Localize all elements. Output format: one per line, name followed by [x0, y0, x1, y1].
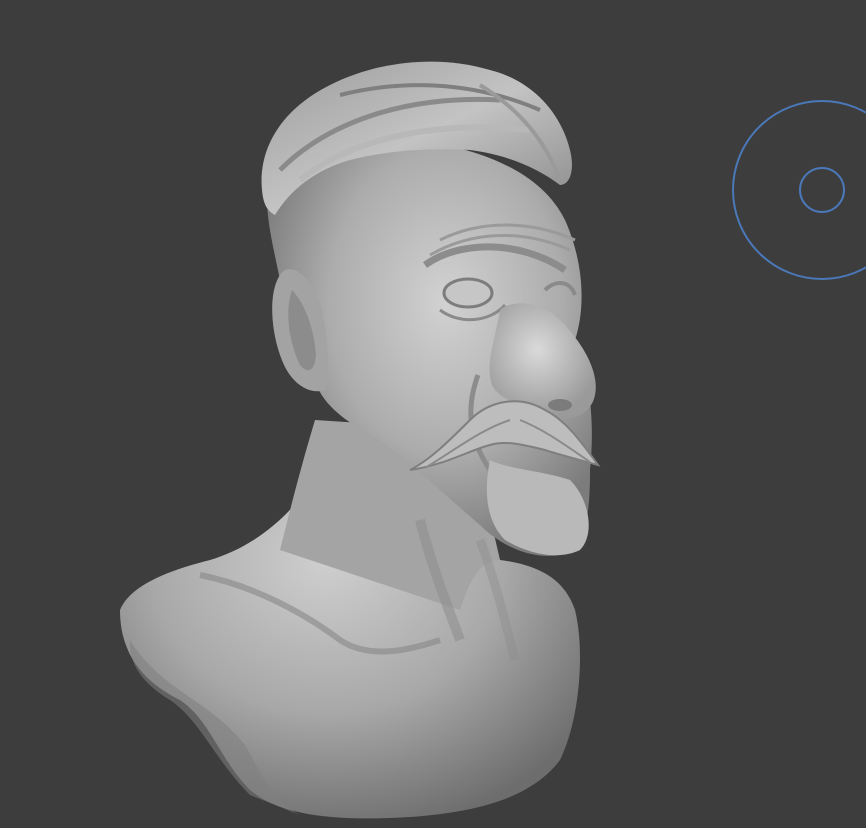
- 3d-viewport[interactable]: [0, 0, 866, 828]
- sculpt-bust[interactable]: [0, 0, 866, 828]
- eye: [442, 277, 494, 309]
- nostril: [548, 399, 572, 411]
